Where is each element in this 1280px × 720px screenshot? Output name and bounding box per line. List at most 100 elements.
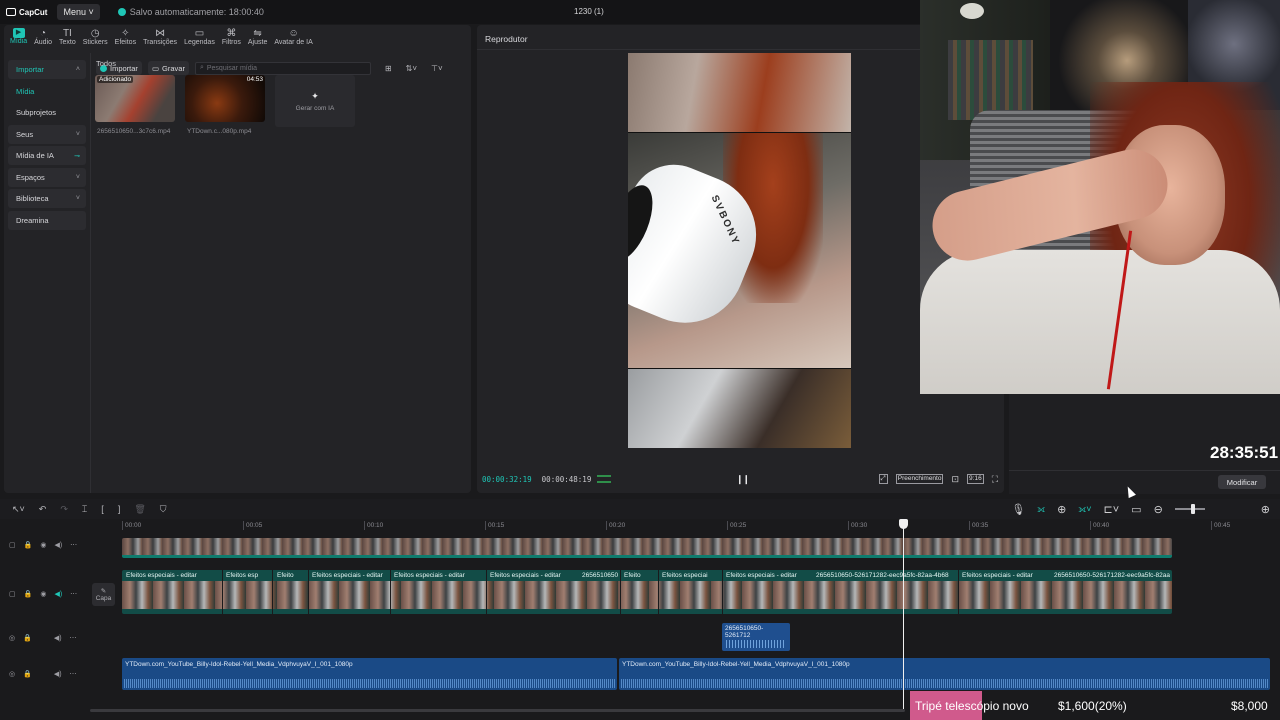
- redo-icon[interactable]: ↷: [60, 504, 68, 515]
- tab-filters[interactable]: ⌘ Filtros: [222, 25, 241, 52]
- modify-button[interactable]: Modificar: [1218, 475, 1266, 489]
- undo-icon[interactable]: ↶: [39, 504, 47, 515]
- video-preview[interactable]: SVBONY: [628, 53, 851, 448]
- tab-transitions[interactable]: ⋈ Transições: [143, 25, 177, 52]
- sidebar-item-yours[interactable]: Seus ˅: [8, 124, 86, 144]
- segment-label: Efeitos especiai: [662, 572, 708, 579]
- tab-captions[interactable]: ▭ Legendas: [184, 25, 215, 52]
- volume-icon[interactable]: ◀): [54, 670, 62, 678]
- sidebar-item-label: Mídia: [16, 86, 35, 96]
- main-video-track[interactable]: Efeitos especiais - editar Efeitos esp E…: [122, 570, 1172, 614]
- tab-adjust[interactable]: ⇋ Ajuste: [248, 25, 267, 52]
- media-item[interactable]: Adicionado 2656510650...3c7c6.mp4: [95, 75, 175, 135]
- ticker-price: $8,000: [1231, 699, 1268, 713]
- sidebar-item-media[interactable]: Mídia: [8, 82, 86, 101]
- segment-label: Efeito: [624, 572, 641, 579]
- zoom-knob[interactable]: [1190, 504, 1195, 514]
- cover-button[interactable]: ✎ Capa: [92, 583, 115, 606]
- more-icon[interactable]: ⋯: [70, 541, 77, 549]
- lock-icon[interactable]: 🔒: [24, 541, 33, 549]
- overlay-video-clip[interactable]: [122, 538, 1172, 558]
- audio-track-icon[interactable]: ◎: [9, 634, 15, 642]
- audio-clip-small[interactable]: 2656510650-5261712: [722, 623, 790, 651]
- zoom-slider[interactable]: [1174, 504, 1205, 514]
- sidebar-item-subprojects[interactable]: Subprojetos: [8, 103, 86, 122]
- record-button[interactable]: ▭ Gravar: [147, 61, 189, 75]
- select-tool-icon[interactable]: ↖˅: [12, 504, 25, 515]
- stream-clock: 28:35:51: [1210, 443, 1279, 462]
- time-ruler[interactable]: 00:00 00:05 00:10 00:15 00:20 00:25 00:3…: [0, 519, 1280, 533]
- preview-axis-icon[interactable]: ⊕: [1057, 503, 1066, 516]
- timeline[interactable]: 00:00 00:05 00:10 00:15 00:20 00:25 00:3…: [0, 519, 1280, 720]
- snapshot-icon[interactable]: ⊡: [951, 474, 959, 485]
- menu-label: Menu: [63, 7, 86, 17]
- split-icon[interactable]: ⌶: [82, 504, 87, 515]
- music-clip[interactable]: YTDown.com_YouTube_Billy-Idol-Rebel-Yell…: [619, 658, 1270, 690]
- track-toggle-icon[interactable]: ▢: [9, 541, 16, 549]
- timeline-toolbar: ↖˅ ↶ ↷ ⌶ [ ] 🗑 ⛉ 🎙 ⟗ ⊕ ⟗˅ ⊏˅ ▭ ⊖ ⊕: [0, 499, 1280, 519]
- delete-icon[interactable]: 🗑: [134, 504, 145, 515]
- track-toggle-icon[interactable]: ▢: [9, 590, 16, 598]
- tab-effects[interactable]: ✧ Efeitos: [115, 25, 136, 52]
- generate-with-ai-button[interactable]: ✦ Gerar com IA: [275, 75, 355, 127]
- sidebar-item-import[interactable]: Importar ˄: [8, 60, 86, 79]
- link-clips-icon[interactable]: ⟗˅: [1078, 504, 1091, 515]
- clip-frames: [122, 581, 1172, 609]
- media-item[interactable]: 04:53 YTDown.c...080p.mp4: [185, 75, 265, 135]
- playhead[interactable]: [903, 519, 904, 709]
- timeline-scrollbar[interactable]: [90, 709, 905, 712]
- fill-toggle-icon[interactable]: ⤢: [878, 474, 888, 484]
- tab-stickers[interactable]: ◷ Stickers: [83, 25, 108, 52]
- fullscreen-icon[interactable]: ⛶: [992, 474, 998, 485]
- sidebar-item-dreamina[interactable]: Dreamina: [8, 210, 86, 230]
- tab-text[interactable]: TI Texto: [59, 25, 76, 52]
- audio-clip-label: YTDown.com_YouTube_Billy-Idol-Rebel-Yell…: [125, 661, 353, 668]
- more-icon[interactable]: ⋯: [70, 670, 77, 678]
- trim-left-icon[interactable]: [: [101, 504, 104, 514]
- ruler-tick: 00:35: [969, 521, 988, 530]
- music-clip[interactable]: YTDown.com_YouTube_Billy-Idol-Rebel-Yell…: [122, 658, 617, 690]
- tab-audio[interactable]: ◔ Áudio: [34, 25, 52, 52]
- tab-media[interactable]: ▶ Mídia: [10, 25, 27, 52]
- zoom-out-icon[interactable]: ⊖: [1154, 503, 1163, 516]
- lock-icon[interactable]: 🔒: [23, 670, 32, 678]
- shield-icon[interactable]: ⛉: [160, 504, 167, 515]
- lock-icon[interactable]: 🔒: [23, 634, 32, 642]
- ruler-tick: 00:00: [122, 521, 141, 530]
- microphone-icon[interactable]: 🎙: [1011, 503, 1025, 516]
- search-icon: ⌕: [199, 64, 204, 71]
- caption-track-icon[interactable]: ▭: [1131, 503, 1141, 516]
- lock-icon[interactable]: 🔒: [24, 590, 33, 598]
- playhead-handle[interactable]: [899, 519, 908, 529]
- pause-button[interactable]: ❙❙: [736, 474, 750, 485]
- grid-view-icon[interactable]: ⊞: [385, 64, 392, 73]
- fill-mode-button[interactable]: Preenchimento: [895, 474, 944, 484]
- tab-ai-avatar[interactable]: ☺ Avatar de IA: [274, 25, 312, 52]
- eye-icon[interactable]: ◉: [40, 541, 46, 549]
- audio-track-icon[interactable]: ◎: [9, 670, 15, 678]
- chevron-down-icon: ˅: [75, 173, 80, 181]
- split-screen-icon[interactable]: ⊏˅: [1104, 503, 1120, 516]
- sort-icon[interactable]: ⇅˅: [406, 64, 417, 73]
- capcut-logo: CapCut: [6, 8, 47, 17]
- menu-button[interactable]: Menu ˅: [57, 4, 100, 20]
- volume-icon[interactable]: ◀): [54, 634, 62, 642]
- sidebar-item-library[interactable]: Biblioteca ˅: [8, 189, 86, 208]
- books: [948, 40, 1033, 120]
- zoom-fit-icon[interactable]: ⊕: [1261, 503, 1270, 516]
- trim-right-icon[interactable]: ]: [118, 504, 121, 514]
- segment-label: 2656510650: [582, 572, 619, 579]
- aspect-ratio-button[interactable]: 9:16: [967, 474, 984, 484]
- volume-icon[interactable]: ◀): [54, 541, 62, 549]
- search-input[interactable]: ⌕ Pesquisar mídia: [194, 61, 371, 75]
- sidebar-item-ai-media[interactable]: Mídia de IA ⊸: [8, 146, 86, 165]
- media-filename: YTDown.c...080p.mp4: [187, 128, 252, 135]
- sidebar-item-spaces[interactable]: Espaços ˅: [8, 167, 86, 187]
- more-icon[interactable]: ⋯: [70, 634, 77, 642]
- magnet-link-icon[interactable]: ⟗: [1037, 504, 1045, 515]
- volume-icon[interactable]: ◀): [54, 590, 62, 598]
- eye-icon[interactable]: ◉: [40, 590, 46, 598]
- project-title: 1230 (1): [574, 7, 604, 16]
- more-icon[interactable]: ⋯: [70, 590, 77, 598]
- filter-icon[interactable]: ⊤˅: [431, 64, 443, 73]
